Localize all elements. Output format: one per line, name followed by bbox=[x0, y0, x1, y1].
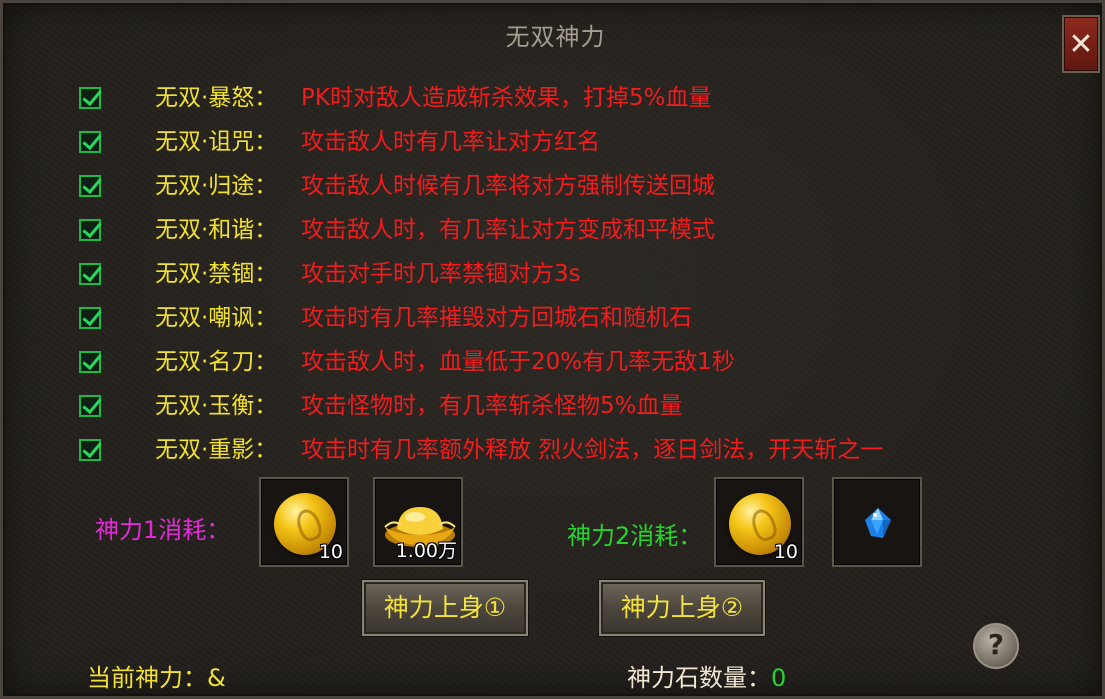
skill-name: 无双·嘲讽： bbox=[155, 305, 278, 331]
skill-name: 无双·归途： bbox=[155, 173, 278, 199]
skill-row: 无双·重影： 攻击时有几率额外释放 烈火剑法，逐日剑法，开天斩之一 bbox=[3, 433, 1105, 469]
skill-description: 攻击敌人时，有几率让对方变成和平模式 bbox=[301, 217, 715, 243]
skill-description: PK时对敌人造成斩杀效果，打掉5%血量 bbox=[301, 85, 712, 111]
skill-name: 无双·玉衡： bbox=[155, 393, 278, 419]
skill-row: 无双·诅咒： 攻击敌人时有几率让对方红名 bbox=[3, 125, 1105, 161]
skill-name: 无双·禁锢： bbox=[155, 261, 278, 287]
skill-name: 无双·名刀： bbox=[155, 349, 278, 375]
power-stone-count: 0 bbox=[771, 664, 787, 692]
item-quantity: 1.00万 bbox=[395, 540, 457, 562]
skill-description: 攻击敌人时，血量低于20%有几率无敌1秒 bbox=[301, 349, 735, 375]
current-power-value: & bbox=[207, 664, 226, 692]
checkbox-checked-icon[interactable] bbox=[79, 175, 101, 197]
help-icon[interactable]: ? bbox=[973, 623, 1019, 669]
skill-row: 无双·嘲讽： 攻击时有几率摧毁对方回城石和随机石 bbox=[3, 301, 1105, 337]
item-slot[interactable] bbox=[832, 477, 922, 567]
item-quantity: 10 bbox=[773, 541, 798, 563]
item-slot[interactable]: 1.00万 bbox=[373, 477, 463, 567]
close-icon: ✕ bbox=[1068, 26, 1094, 62]
checkbox-checked-icon[interactable] bbox=[79, 219, 101, 241]
skill-description: 攻击敌人时有几率让对方红名 bbox=[301, 129, 600, 155]
close-button[interactable]: ✕ bbox=[1062, 15, 1100, 73]
power-stone-label: 神力石数量： bbox=[627, 664, 771, 692]
cost2-label: 神力2消耗： bbox=[567, 522, 703, 550]
item-quantity: 10 bbox=[318, 541, 343, 563]
checkbox-checked-icon[interactable] bbox=[79, 263, 101, 285]
checkbox-checked-icon[interactable] bbox=[79, 439, 101, 461]
item-slot[interactable]: 10 bbox=[259, 477, 349, 567]
skill-row: 无双·归途： 攻击敌人时候有几率将对方强制传送回城 bbox=[3, 169, 1105, 205]
item-slot[interactable]: 10 bbox=[714, 477, 804, 567]
skill-row: 无双·禁锢： 攻击对手时几率禁锢对方3s bbox=[3, 257, 1105, 293]
skill-name: 无双·诅咒： bbox=[155, 129, 278, 155]
skill-row: 无双·暴怒： PK时对敌人造成斩杀效果，打掉5%血量 bbox=[3, 81, 1105, 117]
skill-name: 无双·重影： bbox=[155, 437, 278, 463]
skill-description: 攻击时有几率摧毁对方回城石和随机石 bbox=[301, 305, 692, 331]
skill-row: 无双·玉衡： 攻击怪物时，有几率斩杀怪物5%血量 bbox=[3, 389, 1105, 425]
skill-description: 攻击敌人时候有几率将对方强制传送回城 bbox=[301, 173, 715, 199]
checkbox-checked-icon[interactable] bbox=[79, 351, 101, 373]
skill-description: 攻击对手时几率禁锢对方3s bbox=[301, 261, 581, 287]
checkbox-checked-icon[interactable] bbox=[79, 307, 101, 329]
power-stone-row: 神力石数量：0 bbox=[627, 663, 786, 693]
checkbox-checked-icon[interactable] bbox=[79, 131, 101, 153]
cost1-label: 神力1消耗： bbox=[95, 516, 231, 544]
blue-gem-icon bbox=[865, 508, 891, 538]
skill-description: 攻击时有几率额外释放 烈火剑法，逐日剑法，开天斩之一 bbox=[301, 437, 884, 463]
window-title: 无双神力 bbox=[505, 23, 606, 51]
skill-row: 无双·名刀： 攻击敌人时，血量低于20%有几率无敌1秒 bbox=[3, 345, 1105, 381]
checkbox-checked-icon[interactable] bbox=[79, 87, 101, 109]
current-power-row: 当前神力：& bbox=[87, 663, 226, 693]
skill-description: 攻击怪物时，有几率斩杀怪物5%血量 bbox=[301, 393, 683, 419]
equip-power-1-button[interactable]: 神力上身① bbox=[362, 580, 528, 636]
current-power-label: 当前神力： bbox=[87, 664, 207, 692]
wushuang-power-window: 无双神力 ✕ 无双·暴怒： PK时对敌人造成斩杀效果，打掉5%血量 无双·诅咒：… bbox=[0, 0, 1105, 699]
checkbox-checked-icon[interactable] bbox=[79, 395, 101, 417]
skill-name: 无双·暴怒： bbox=[155, 85, 278, 111]
skill-row: 无双·和谐： 攻击敌人时，有几率让对方变成和平模式 bbox=[3, 213, 1105, 249]
skill-name: 无双·和谐： bbox=[155, 217, 278, 243]
equip-power-2-button[interactable]: 神力上身② bbox=[599, 580, 765, 636]
